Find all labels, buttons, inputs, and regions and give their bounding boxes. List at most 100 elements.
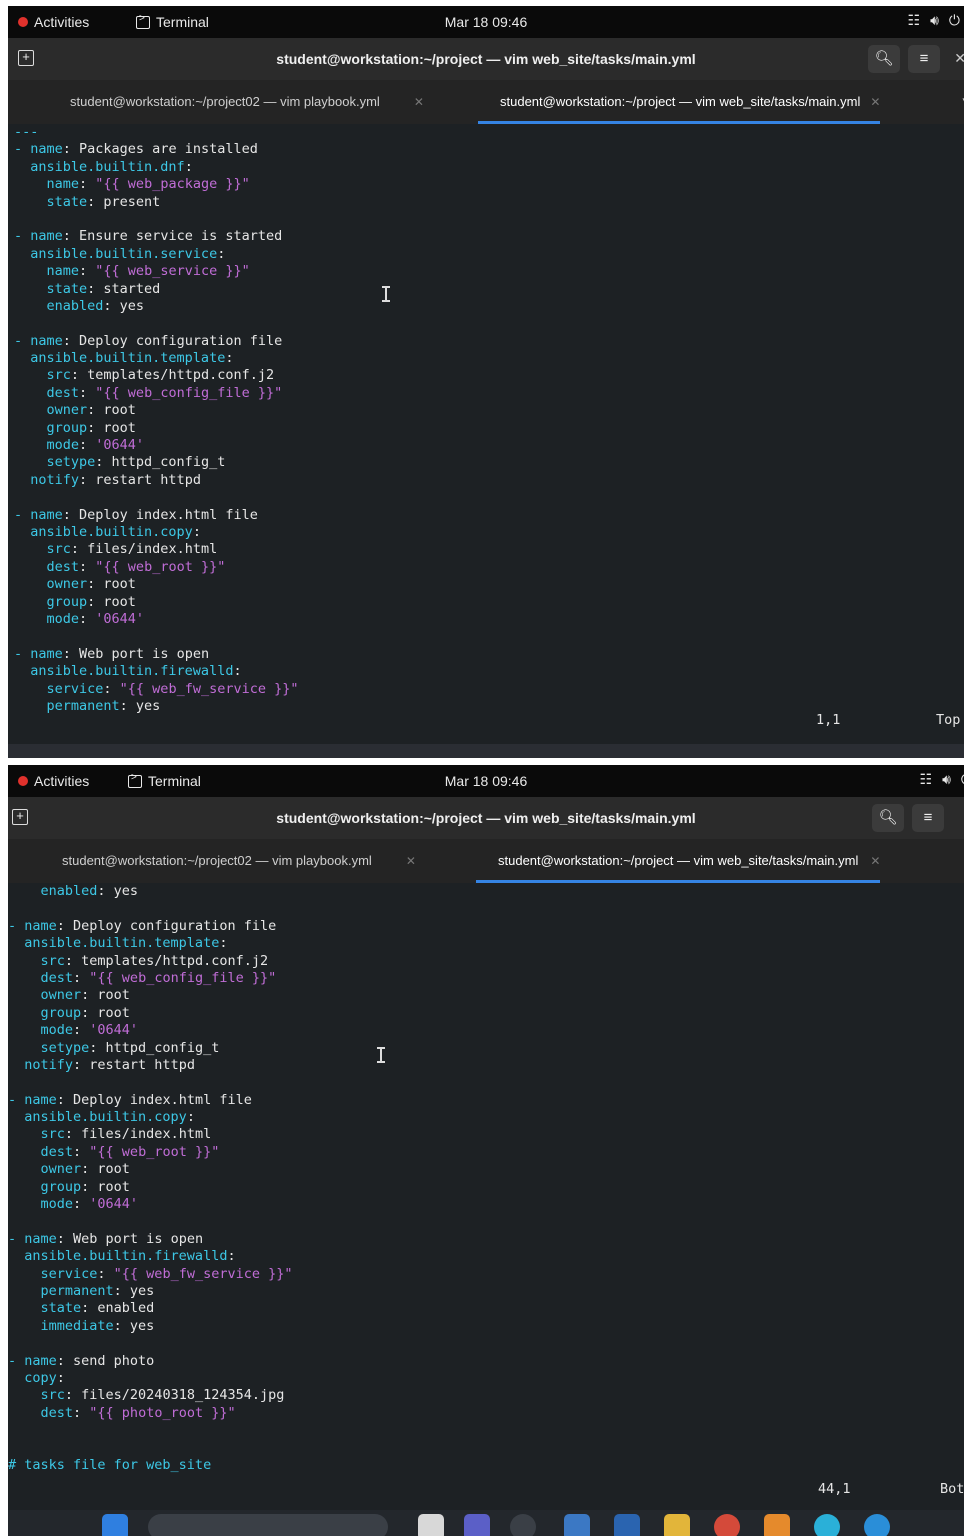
code-token: src [8, 1387, 65, 1404]
code-token: src [14, 541, 71, 558]
text-cursor-icon [377, 1047, 388, 1063]
code-token: ansible.builtin.copy [8, 1109, 187, 1126]
tab-main-yml[interactable]: student@workstation:~/project — vim web_… [475, 839, 881, 883]
code-token: : yes [97, 883, 139, 899]
menu-icon: ≡ [923, 809, 933, 826]
tab-playbook[interactable]: student@workstation:~/project02 — vim pl… [62, 839, 416, 883]
close-window-icon[interactable]: ✕ [954, 50, 964, 67]
taskbar-search-icon[interactable] [148, 1514, 388, 1536]
vim-buffer[interactable]: enabled: yes - name: Deploy configuration… [8, 883, 964, 1474]
browser-icon[interactable] [714, 1514, 740, 1536]
start-menu-icon[interactable] [102, 1514, 128, 1536]
taskbar [8, 744, 964, 758]
system-tray[interactable]: ☷ 🔊︎ ⏻ [920, 771, 964, 788]
code-line: ansible.builtin.copy: [14, 524, 964, 541]
code-token: ansible.builtin.service [14, 245, 218, 262]
vim-buffer[interactable]: --- - name: Packages are installed ansibl… [14, 124, 964, 715]
code-token: mode [14, 610, 80, 627]
code-token: : [217, 245, 226, 262]
code-line: permanent: yes [8, 1283, 964, 1300]
code-token: state [14, 280, 88, 297]
code-line: state: enabled [8, 1300, 964, 1317]
code-token: : root [87, 419, 136, 436]
code-token: ansible.builtin.firewalld [8, 1248, 228, 1265]
code-token: state [8, 1300, 82, 1317]
taskbar [8, 1510, 964, 1536]
clock[interactable]: Mar 18 09:46 [8, 773, 964, 789]
search-icon: 🔍︎ [874, 50, 894, 67]
tab-main-yml[interactable]: student@workstation:~/project — vim web_… [477, 80, 881, 124]
code-token: '0644' [89, 1022, 139, 1039]
tab-bar: student@workstation:~/project02 — vim pl… [8, 839, 964, 883]
code-token: "{{ web_root }}" [89, 1143, 220, 1160]
code-token: group [14, 593, 88, 610]
search-button[interactable]: 🔍︎ [868, 45, 900, 73]
code-line: - name: Web port is open [8, 1231, 964, 1248]
code-token: : [192, 523, 201, 540]
system-tray[interactable]: ☷ 🔊︎ ⏻ [908, 12, 960, 29]
code-line: group: root [8, 1005, 964, 1022]
code-line: group: root [14, 420, 964, 437]
code-token: notify [14, 471, 80, 488]
code-token: name [14, 176, 80, 193]
code-line: state: present [14, 194, 964, 211]
code-token: : [233, 663, 242, 680]
app-icon[interactable] [564, 1514, 590, 1536]
code-line: - name: send photo [8, 1353, 964, 1370]
code-line: dest: "{{ photo_root }}" [8, 1405, 964, 1422]
code-line: owner: root [8, 1161, 964, 1178]
code-token: : root [81, 1161, 130, 1178]
network-icon: ☷ [919, 771, 933, 787]
folder-icon[interactable] [664, 1514, 690, 1536]
code-line: dest: "{{ web_root }}" [8, 1144, 964, 1161]
code-token: src [8, 952, 65, 969]
code-line: ansible.builtin.firewalld: [8, 1248, 964, 1265]
code-line: - name: Deploy index.html file [8, 1092, 964, 1109]
code-token: group [8, 1004, 82, 1021]
tab-close-icon[interactable]: ✕ [870, 854, 880, 868]
gnome-top-bar: Activities Terminal Mar 18 09:46 ☷ 🔊︎ ⏻ [8, 6, 964, 38]
power-icon: ⏻ [948, 12, 960, 28]
tab-label: student@workstation:~/project — vim web_… [498, 853, 859, 868]
code-line: state: started [14, 281, 964, 298]
tab-close-icon[interactable]: ✕ [414, 95, 424, 109]
code-token: : [184, 158, 193, 175]
code-token: dest [14, 558, 80, 575]
code-token: : files/20240318_124354.jpg [64, 1387, 285, 1404]
code-token: - name [14, 228, 63, 245]
code-token: src [8, 1126, 65, 1143]
settings-icon[interactable] [510, 1514, 536, 1536]
menu-button[interactable]: ≡ [908, 45, 940, 73]
code-token: : root [81, 1004, 130, 1021]
search-button[interactable]: 🔍︎ [872, 804, 904, 832]
file-icon[interactable] [418, 1514, 444, 1536]
code-token: - name [8, 917, 57, 934]
teams-icon[interactable] [464, 1514, 490, 1536]
app-icon[interactable] [764, 1514, 790, 1536]
vim-cursor-position: 44,1 [818, 1481, 851, 1497]
tab-playbook[interactable]: student@workstation:~/project02 — vim pl… [70, 80, 424, 124]
code-token: : [79, 263, 96, 280]
code-token: service [8, 1265, 98, 1282]
code-token: - name [8, 1352, 57, 1369]
menu-button[interactable]: ≡ [912, 804, 944, 832]
clock[interactable]: Mar 18 09:46 [8, 14, 964, 30]
code-token: : present [87, 193, 161, 210]
code-line: service: "{{ web_fw_service }}" [14, 681, 964, 698]
code-token: : [227, 1248, 236, 1265]
code-token: - name [14, 332, 63, 349]
edge-icon[interactable] [814, 1514, 840, 1536]
tab-close-icon[interactable]: ✕ [870, 95, 880, 109]
code-token: dest [14, 384, 80, 401]
code-token: '0644' [95, 437, 145, 454]
app-icon[interactable] [614, 1514, 640, 1536]
code-token: group [14, 419, 88, 436]
screenshot-bottom: Activities Terminal Mar 18 09:46 ☷ 🔊︎ ⏻ … [8, 765, 964, 1536]
notification-icon[interactable] [864, 1514, 890, 1536]
code-line: dest: "{{ web_root }}" [14, 559, 964, 576]
tab-close-icon[interactable]: ✕ [406, 854, 416, 868]
code-token: : [97, 1265, 114, 1282]
